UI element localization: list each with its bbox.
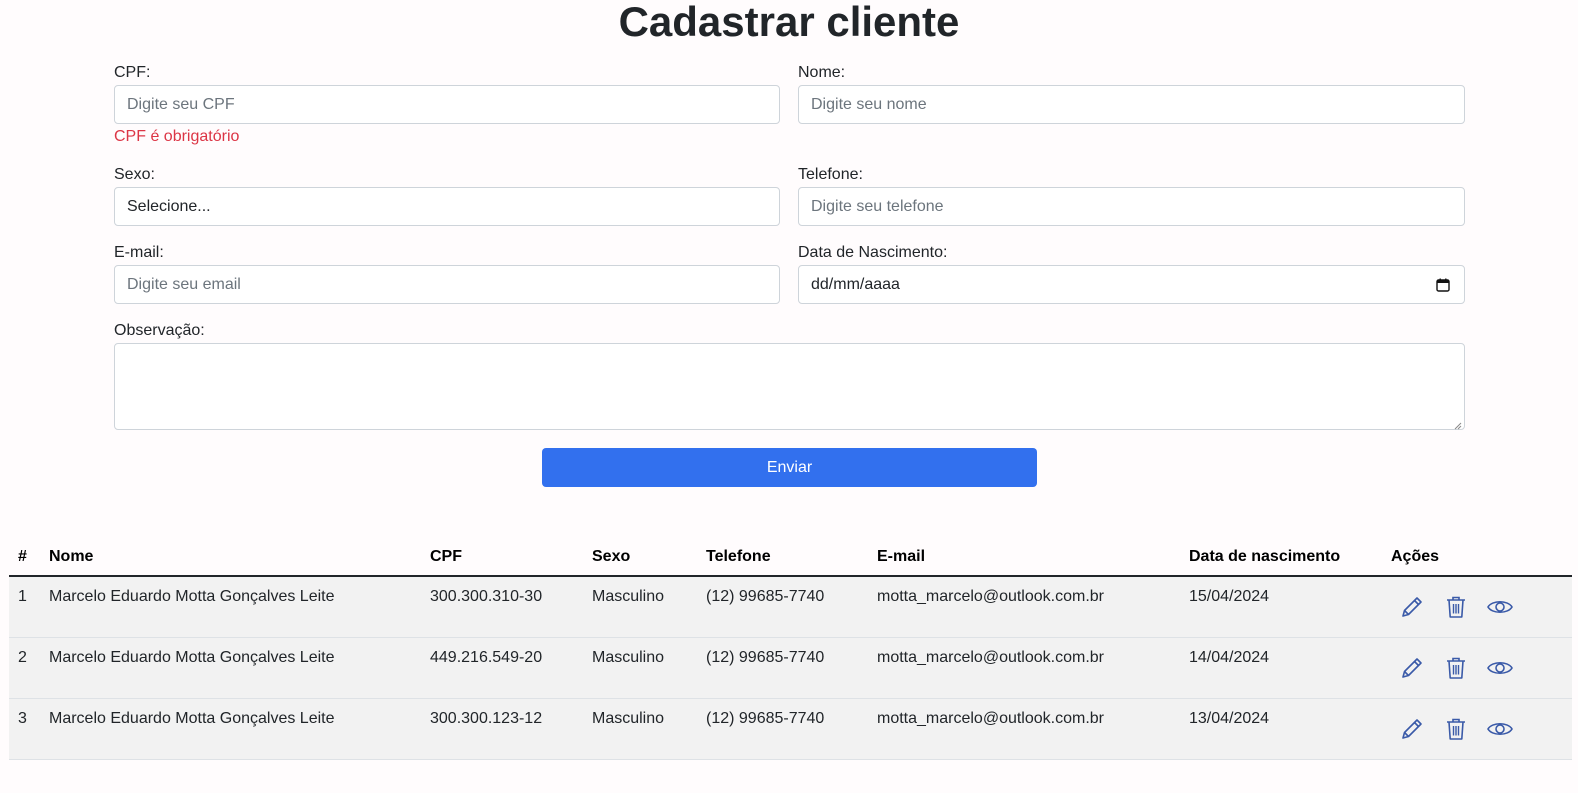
cell-id: 3 [18, 710, 27, 727]
trash-icon [1447, 657, 1465, 679]
observacao-label: Observação: [114, 322, 205, 339]
sexo-select[interactable]: Selecione... [114, 187, 780, 226]
cell-email: motta_marcelo@outlook.com.br [877, 588, 1104, 605]
resize-grip-icon[interactable] [1454, 422, 1462, 430]
cpf-field: CPF: CPF é obrigatório [114, 63, 780, 147]
cell-cpf: 449.216.549-20 [430, 649, 543, 666]
telefone-input[interactable] [798, 187, 1465, 226]
delete-button[interactable] [1442, 654, 1470, 682]
calendar-icon[interactable] [1436, 278, 1450, 292]
delete-button[interactable] [1442, 715, 1470, 743]
cell-id: 2 [18, 649, 27, 666]
header-nome: Nome [49, 548, 94, 565]
cell-nascimento: 15/04/2024 [1189, 588, 1270, 605]
nascimento-label: Data de Nascimento: [798, 244, 948, 261]
telefone-label: Telefone: [798, 166, 863, 183]
row-actions [1398, 654, 1514, 682]
page-title: Cadastrar cliente [618, 0, 960, 45]
delete-button[interactable] [1442, 593, 1470, 621]
pencil-icon [1402, 597, 1422, 617]
table-row: 3 Marcelo Eduardo Motta Gonçalves Leite … [9, 699, 1572, 760]
edit-button[interactable] [1398, 654, 1426, 682]
pencil-icon [1402, 719, 1422, 739]
cell-email: motta_marcelo@outlook.com.br [877, 649, 1104, 666]
eye-icon [1487, 600, 1513, 614]
email-field: E-mail: [114, 243, 780, 305]
cell-cpf: 300.300.123-12 [430, 710, 543, 727]
cell-nascimento: 13/04/2024 [1189, 710, 1270, 727]
clients-table: # Nome CPF Sexo Telefone E-mail Data de … [9, 539, 1572, 760]
eye-icon [1487, 722, 1513, 736]
edit-button[interactable] [1398, 715, 1426, 743]
nome-label: Nome: [798, 64, 846, 81]
row-actions [1398, 593, 1514, 621]
table-header: # Nome CPF Sexo Telefone E-mail Data de … [9, 539, 1572, 577]
sexo-label: Sexo: [114, 166, 155, 183]
cell-telefone: (12) 99685-7740 [706, 588, 825, 605]
cpf-label: CPF: [114, 64, 151, 81]
cell-sexo: Masculino [592, 710, 665, 727]
email-label: E-mail: [114, 244, 164, 261]
trash-icon [1447, 596, 1465, 618]
table-row: 2 Marcelo Eduardo Motta Gonçalves Leite … [9, 638, 1572, 699]
nome-input[interactable] [798, 85, 1465, 124]
view-button[interactable] [1486, 593, 1514, 621]
cell-nome: Marcelo Eduardo Motta Gonçalves Leite [49, 649, 335, 666]
sexo-selected-value: Selecione... [127, 197, 211, 215]
cell-telefone: (12) 99685-7740 [706, 710, 825, 727]
cell-telefone: (12) 99685-7740 [706, 649, 825, 666]
trash-icon [1447, 718, 1465, 740]
observacao-textarea[interactable] [114, 343, 1465, 430]
view-button[interactable] [1486, 654, 1514, 682]
observacao-field: Observação: [114, 321, 1465, 431]
nascimento-date-value: dd/mm/aaaa [811, 275, 900, 293]
cell-id: 1 [18, 588, 27, 605]
header-email: E-mail [877, 548, 926, 565]
sexo-field: Sexo: Selecione... [114, 165, 780, 227]
cell-email: motta_marcelo@outlook.com.br [877, 710, 1104, 727]
submit-button[interactable]: Enviar [542, 448, 1037, 487]
header-telefone: Telefone [706, 548, 771, 565]
header-sexo: Sexo [592, 548, 631, 565]
header-cpf: CPF [430, 548, 462, 565]
pencil-icon [1402, 658, 1422, 678]
header-acoes: Ações [1391, 548, 1440, 565]
cpf-input[interactable] [114, 85, 780, 124]
telefone-field: Telefone: [798, 165, 1465, 227]
nascimento-field: Data de Nascimento: dd/mm/aaaa [798, 243, 1465, 305]
view-button[interactable] [1486, 715, 1514, 743]
row-actions [1398, 715, 1514, 743]
cell-nome: Marcelo Eduardo Motta Gonçalves Leite [49, 710, 335, 727]
email-input[interactable] [114, 265, 780, 304]
table-row: 1 Marcelo Eduardo Motta Gonçalves Leite … [9, 577, 1572, 638]
cpf-error-message: CPF é obrigatório [114, 128, 240, 145]
cell-sexo: Masculino [592, 649, 665, 666]
cell-nome: Marcelo Eduardo Motta Gonçalves Leite [49, 588, 335, 605]
edit-button[interactable] [1398, 593, 1426, 621]
eye-icon [1487, 661, 1513, 675]
header-nascimento: Data de nascimento [1189, 548, 1341, 565]
nome-field: Nome: [798, 63, 1465, 125]
nascimento-date-input[interactable]: dd/mm/aaaa [798, 265, 1465, 304]
header-id: # [18, 548, 27, 565]
cell-nascimento: 14/04/2024 [1189, 649, 1270, 666]
cell-sexo: Masculino [592, 588, 665, 605]
cell-cpf: 300.300.310-30 [430, 588, 543, 605]
